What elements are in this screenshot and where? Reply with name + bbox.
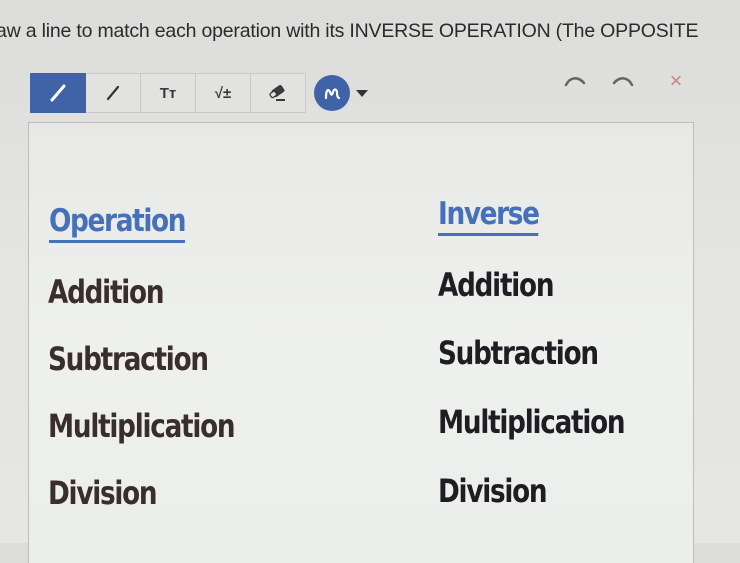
- operation-item: Addition: [48, 273, 165, 311]
- drawing-canvas[interactable]: Operation Inverse Addition Subtraction M…: [28, 122, 694, 563]
- math-icon: √±: [214, 84, 232, 102]
- chevron-down-icon[interactable]: [356, 89, 368, 97]
- operation-header: Operation: [49, 205, 187, 243]
- drawing-toolbar: Tт √±: [30, 73, 368, 113]
- undo-button[interactable]: [561, 70, 589, 92]
- eraser-tool-button[interactable]: [251, 73, 306, 113]
- pen-tool-button[interactable]: [30, 73, 86, 113]
- inverse-item: Division: [438, 472, 548, 510]
- close-button[interactable]: ×: [662, 68, 690, 93]
- math-tool-button[interactable]: √±: [196, 73, 251, 113]
- pen-icon: [50, 84, 66, 102]
- scribble-icon: [324, 88, 341, 100]
- redo-icon: [612, 77, 634, 87]
- inverse-header: Inverse: [438, 198, 540, 236]
- eraser-icon: [269, 85, 285, 101]
- inverse-item: Addition: [438, 266, 555, 304]
- color-picker[interactable]: [314, 73, 368, 113]
- text-tool-button[interactable]: Tт: [141, 73, 196, 113]
- color-swatch[interactable]: [314, 75, 350, 111]
- undo-icon: [564, 77, 586, 87]
- inverse-item: Subtraction: [438, 334, 599, 372]
- redo-button[interactable]: [609, 70, 637, 92]
- line-icon: [106, 85, 120, 101]
- close-icon: ×: [669, 68, 683, 93]
- inverse-item: Multiplication: [438, 403, 626, 441]
- text-size-icon: Tт: [159, 84, 177, 102]
- operation-item: Subtraction: [48, 340, 209, 378]
- operation-item: Multiplication: [48, 407, 236, 445]
- operation-item: Division: [48, 474, 158, 512]
- line-tool-button[interactable]: [86, 73, 141, 113]
- instruction-text: aw a line to match each operation with i…: [0, 20, 699, 42]
